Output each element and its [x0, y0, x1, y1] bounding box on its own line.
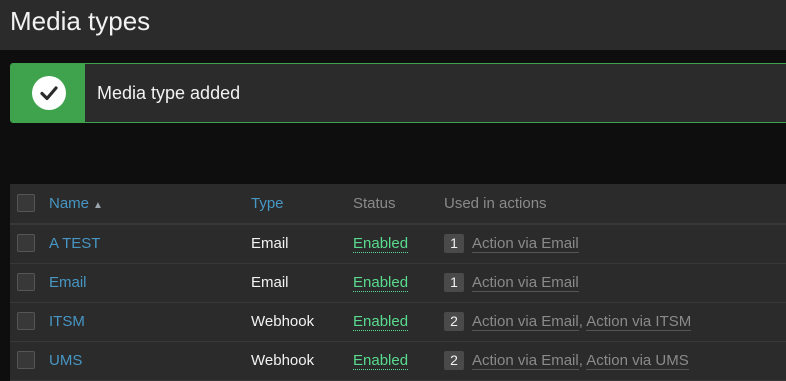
filter-spacer: [0, 123, 786, 184]
media-type-type: Email: [251, 274, 289, 291]
alert-message: Media type added: [97, 83, 241, 103]
media-type-name-link[interactable]: UMS: [49, 352, 82, 369]
alert-icon-box: [11, 64, 85, 122]
status-toggle[interactable]: Enabled: [353, 313, 409, 331]
column-header-used-in-actions: Used in actions: [444, 195, 547, 212]
page-title: Media types: [10, 6, 151, 36]
media-type-name-link[interactable]: A TEST: [49, 235, 100, 252]
media-type-name-link[interactable]: Email: [49, 274, 87, 291]
used-in-actions: 1 Action via Email: [444, 273, 579, 292]
row-checkbox[interactable]: [17, 273, 35, 291]
column-header-name[interactable]: Name ▲: [49, 195, 103, 212]
success-alert: Media type added: [10, 63, 786, 123]
used-in-actions: 2 Action via Email, Action via UMS: [444, 351, 689, 370]
used-in-actions: 1 Action via Email: [444, 234, 579, 253]
column-header-type[interactable]: Type: [251, 195, 284, 212]
used-in-actions: 2 Action via Email, Action via ITSM: [444, 312, 692, 331]
media-type-name-link[interactable]: ITSM: [49, 313, 85, 330]
table-row: A TEST Email Enabled 1 Action via Email: [10, 225, 786, 264]
action-count-badge: 1: [444, 273, 464, 292]
status-toggle[interactable]: Enabled: [353, 274, 409, 292]
column-header-status: Status: [353, 195, 396, 212]
row-checkbox[interactable]: [17, 234, 35, 252]
action-link[interactable]: Action via UMS: [586, 352, 689, 370]
media-types-table: Name ▲ Type Status Used in actions A TEST…: [10, 184, 786, 381]
action-count-badge: 1: [444, 234, 464, 253]
action-link[interactable]: Action via Email: [472, 235, 579, 253]
action-link[interactable]: Action via Email: [472, 313, 579, 331]
row-checkbox[interactable]: [17, 351, 35, 369]
select-all-checkbox[interactable]: [17, 194, 35, 212]
page-header: Media types: [0, 0, 786, 50]
status-toggle[interactable]: Enabled: [353, 352, 409, 370]
table-header-row: Name ▲ Type Status Used in actions: [10, 184, 786, 225]
action-link[interactable]: Action via ITSM: [586, 313, 692, 331]
media-type-type: Webhook: [251, 313, 315, 330]
action-count-badge: 2: [444, 312, 464, 331]
action-count-badge: 2: [444, 351, 464, 370]
action-link[interactable]: Action via Email: [472, 274, 579, 292]
media-type-type: Email: [251, 235, 289, 252]
sort-ascending-icon: ▲: [93, 200, 103, 211]
check-icon: [32, 76, 66, 110]
media-type-type: Webhook: [251, 352, 315, 369]
row-checkbox[interactable]: [17, 312, 35, 330]
column-name-label[interactable]: Name: [49, 195, 89, 212]
action-link[interactable]: Action via Email: [472, 352, 579, 370]
table-row: ITSM Webhook Enabled 2 Action via Email, …: [10, 303, 786, 342]
status-toggle[interactable]: Enabled: [353, 235, 409, 253]
table-row: Email Email Enabled 1 Action via Email: [10, 264, 786, 303]
table-row: UMS Webhook Enabled 2 Action via Email, A…: [10, 342, 786, 381]
